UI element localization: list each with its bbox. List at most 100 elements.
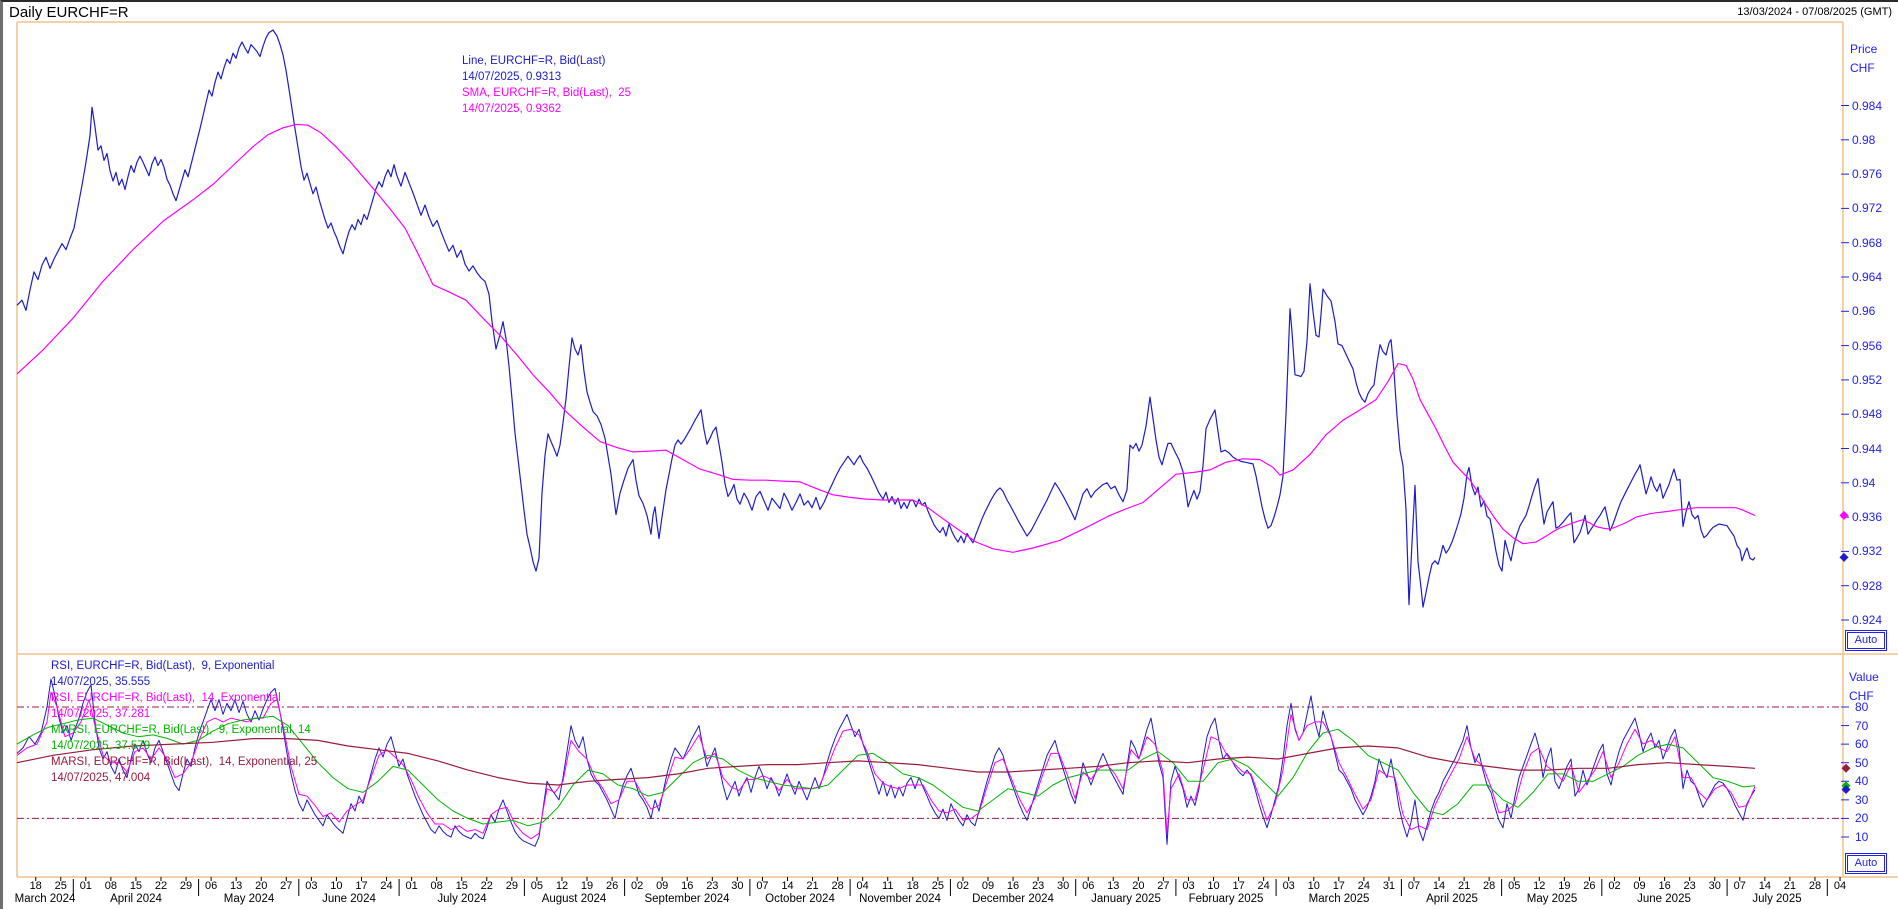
week-label: 14 <box>1433 880 1445 892</box>
week-label: 10 <box>1207 880 1219 892</box>
price-auto-scale-button[interactable]: Auto <box>1847 632 1885 649</box>
value-axis-title-line1: Value <box>1849 668 1879 687</box>
week-label: 04 <box>857 880 869 892</box>
week-label: 13 <box>230 880 242 892</box>
week-label: 21 <box>806 880 818 892</box>
week-label: 23 <box>1684 880 1696 892</box>
price-tick-label: 0.924 <box>1852 613 1882 627</box>
week-label: 16 <box>1007 880 1019 892</box>
week-label: 22 <box>155 880 167 892</box>
week-label: 05 <box>531 880 543 892</box>
week-label: 02 <box>1608 880 1620 892</box>
month-label: May 2024 <box>224 893 275 905</box>
week-label: 23 <box>706 880 718 892</box>
week-label: 26 <box>606 880 618 892</box>
chart-window: Daily EURCHF=R 13/03/2024 - 07/08/2025 (… <box>0 0 1898 909</box>
week-label: 24 <box>380 880 392 892</box>
month-label: April 2024 <box>110 893 162 905</box>
week-label: 09 <box>1633 880 1645 892</box>
month-label: November 2024 <box>859 893 941 905</box>
week-label: 08 <box>431 880 443 892</box>
week-label: 23 <box>1032 880 1044 892</box>
week-label: 27 <box>280 880 292 892</box>
week-label: 03 <box>1283 880 1295 892</box>
rsi-legend-line[interactable]: 14/07/2025, 37.281 <box>51 706 317 722</box>
month-label: July 2025 <box>1752 893 1801 905</box>
price-tick-label: 0.936 <box>1852 510 1882 524</box>
month-label: June 2024 <box>322 893 376 905</box>
week-label: 22 <box>481 880 493 892</box>
rsi-legend-line[interactable]: 14/07/2025, 47.004 <box>51 770 317 786</box>
week-label: 10 <box>1308 880 1320 892</box>
week-label: 26 <box>1583 880 1595 892</box>
price-tick-label: 0.94 <box>1852 476 1875 490</box>
week-label: 15 <box>130 880 142 892</box>
main-legend-line[interactable]: SMA, EURCHF=R, Bid(Last), 25 <box>462 85 631 101</box>
main-legend-line[interactable]: Line, EURCHF=R, Bid(Last) <box>462 53 631 69</box>
rsi-legend-line[interactable]: MARSI, EURCHF=R, Bid(Last), 14, Exponent… <box>51 754 317 770</box>
week-label: 21 <box>1458 880 1470 892</box>
month-label: September 2024 <box>644 893 729 905</box>
month-label: December 2024 <box>972 893 1054 905</box>
week-label: 30 <box>1709 880 1721 892</box>
value-tick-label: 70 <box>1855 719 1868 733</box>
week-label: 17 <box>355 880 367 892</box>
week-label: 20 <box>1132 880 1144 892</box>
week-label: 16 <box>1658 880 1670 892</box>
price-last-value-marker-magenta <box>1840 511 1849 520</box>
price-tick-label: 0.96 <box>1852 304 1875 318</box>
price-tick-label: 0.944 <box>1852 442 1882 456</box>
value-tick-label: 40 <box>1855 774 1868 788</box>
rsi-legend-line[interactable]: RSI, EURCHF=R, Bid(Last), 14, Exponentia… <box>51 690 317 706</box>
week-label: 14 <box>781 880 793 892</box>
week-label: 18 <box>30 880 42 892</box>
week-label: 29 <box>180 880 192 892</box>
week-label: 29 <box>506 880 518 892</box>
price-tick-label: 0.984 <box>1852 99 1882 113</box>
week-label: 01 <box>80 880 92 892</box>
value-auto-scale-button[interactable]: Auto <box>1847 855 1885 872</box>
value-tick-label: 30 <box>1855 793 1868 807</box>
rsi-legend-line[interactable]: 14/07/2025, 35.555 <box>51 674 317 690</box>
main-legend-line[interactable]: 14/07/2025, 0.9362 <box>462 101 631 117</box>
week-label: 02 <box>957 880 969 892</box>
week-label: 19 <box>581 880 593 892</box>
week-label: 28 <box>831 880 843 892</box>
week-label: 14 <box>1759 880 1771 892</box>
week-label: 28 <box>1483 880 1495 892</box>
week-label: 28 <box>1809 880 1821 892</box>
month-label: April 2025 <box>1426 893 1478 905</box>
week-label: 08 <box>105 880 117 892</box>
rsi-legend-line[interactable]: MARSI, EURCHF=R, Bid(Last), 9, Exponenti… <box>51 722 317 738</box>
week-label: 07 <box>1734 880 1746 892</box>
week-label: 24 <box>1258 880 1270 892</box>
rsi-legend-line[interactable]: 14/07/2025, 37.579 <box>51 738 317 754</box>
week-label: 02 <box>631 880 643 892</box>
week-label: 01 <box>405 880 417 892</box>
week-label: 05 <box>1508 880 1520 892</box>
week-label: 30 <box>1057 880 1069 892</box>
week-label: 12 <box>1533 880 1545 892</box>
week-label: 17 <box>1333 880 1345 892</box>
month-label: June 2025 <box>1637 893 1691 905</box>
week-label: 18 <box>907 880 919 892</box>
week-label: 11 <box>882 880 893 892</box>
week-label: 21 <box>1784 880 1796 892</box>
value-tick-label: 10 <box>1855 830 1868 844</box>
week-label: 03 <box>305 880 317 892</box>
series-blue-price <box>17 30 1755 607</box>
month-label: January 2025 <box>1091 893 1161 905</box>
week-label: 09 <box>656 880 668 892</box>
value-tick-label: 80 <box>1855 700 1868 714</box>
main-legend-line[interactable]: 14/07/2025, 0.9313 <box>462 69 631 85</box>
month-label: March 2025 <box>1309 893 1370 905</box>
rsi-legend-line[interactable]: RSI, EURCHF=R, Bid(Last), 9, Exponential <box>51 658 317 674</box>
week-label: 06 <box>1082 880 1094 892</box>
week-label: 07 <box>1408 880 1420 892</box>
price-tick-label: 0.952 <box>1852 373 1882 387</box>
week-label: 06 <box>205 880 217 892</box>
price-axis-title: Price CHF <box>1850 40 1877 78</box>
week-label: 15 <box>456 880 468 892</box>
price-axis-title-line2: CHF <box>1850 59 1877 78</box>
price-tick-label: 0.98 <box>1852 133 1875 147</box>
